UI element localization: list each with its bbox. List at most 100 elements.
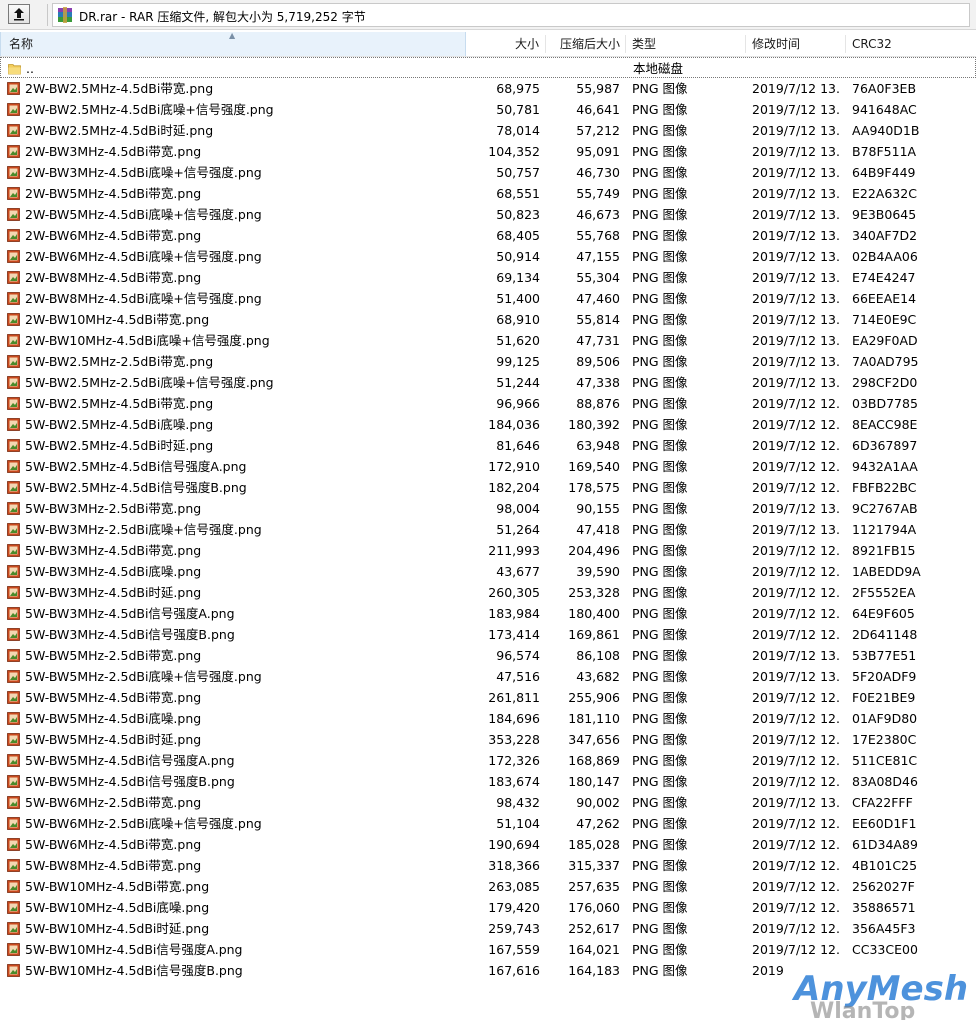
file-type: PNG 图像 [632, 543, 688, 558]
file-name: 5W-BW5MHz-4.5dBi底噪.png [25, 711, 202, 726]
file-row[interactable]: 5W-BW5MHz-4.5dBi信号强度B.png 183,674 180,147 P… [0, 771, 976, 792]
file-type: PNG 图像 [632, 648, 688, 663]
file-packed-size: 47,262 [576, 816, 620, 831]
parent-folder-row[interactable]: .. 本地磁盘 [0, 57, 976, 78]
file-row[interactable]: 5W-BW3MHz-2.5dBi底噪+信号强度.png 51,264 47,418 P… [0, 519, 976, 540]
file-type: PNG 图像 [632, 837, 688, 852]
file-type: PNG 图像 [632, 858, 688, 873]
file-row[interactable]: 5W-BW3MHz-2.5dBi带宽.png 98,004 90,155 PNG 图像… [0, 498, 976, 519]
file-packed-size: 180,400 [568, 606, 620, 621]
archive-path-field[interactable]: DR.rar - RAR 压缩文件, 解包大小为 5,719,252 字节 [52, 3, 970, 27]
file-name: 5W-BW2.5MHz-4.5dBi底噪.png [25, 417, 214, 432]
file-modified: 2019/7/12 13... [752, 669, 840, 684]
file-packed-size: 55,768 [576, 228, 620, 243]
file-size: 51,104 [496, 816, 540, 831]
png-image-icon [7, 712, 20, 725]
file-row[interactable]: 5W-BW3MHz-4.5dBi信号强度A.png 183,984 180,400 P… [0, 603, 976, 624]
file-modified: 2019/7/12 12... [752, 921, 840, 936]
file-size: 353,228 [488, 732, 540, 747]
file-row[interactable]: 2W-BW8MHz-4.5dBi带宽.png 69,134 55,304 PNG 图像… [0, 267, 976, 288]
file-type: PNG 图像 [632, 963, 688, 978]
column-header-packed[interactable]: 压缩后大小 [546, 32, 621, 56]
file-row[interactable]: 5W-BW2.5MHz-4.5dBi时延.png 81,646 63,948 PNG … [0, 435, 976, 456]
file-row[interactable]: 5W-BW2.5MHz-4.5dBi带宽.png 96,966 88,876 PNG … [0, 393, 976, 414]
column-divider[interactable] [745, 35, 746, 53]
file-row[interactable]: 5W-BW3MHz-4.5dBi底噪.png 43,677 39,590 PNG 图像… [0, 561, 976, 582]
file-size: 182,204 [488, 480, 540, 495]
file-modified: 2019/7/12 13... [752, 249, 840, 264]
png-image-icon [7, 922, 20, 935]
file-row[interactable]: 2W-BW5MHz-4.5dBi底噪+信号强度.png 50,823 46,673 P… [0, 204, 976, 225]
file-row[interactable]: 5W-BW10MHz-4.5dBi底噪.png 179,420 176,060 PNG… [0, 897, 976, 918]
file-row[interactable]: 5W-BW5MHz-2.5dBi底噪+信号强度.png 47,516 43,682 P… [0, 666, 976, 687]
file-row[interactable]: 5W-BW6MHz-4.5dBi带宽.png 190,694 185,028 PNG … [0, 834, 976, 855]
file-name: 5W-BW3MHz-4.5dBi带宽.png [25, 543, 202, 558]
file-row[interactable]: 5W-BW5MHz-4.5dBi时延.png 353,228 347,656 PNG … [0, 729, 976, 750]
file-row[interactable]: 2W-BW5MHz-4.5dBi带宽.png 68,551 55,749 PNG 图像… [0, 183, 976, 204]
rar-archive-icon [58, 7, 72, 23]
file-row[interactable]: 5W-BW2.5MHz-4.5dBi底噪.png 184,036 180,392 PN… [0, 414, 976, 435]
file-row[interactable]: 5W-BW6MHz-2.5dBi带宽.png 98,432 90,002 PNG 图像… [0, 792, 976, 813]
file-modified: 2019/7/12 12... [752, 438, 840, 453]
file-size: 318,366 [488, 858, 540, 873]
column-divider[interactable] [845, 35, 846, 53]
file-row[interactable]: 5W-BW10MHz-4.5dBi带宽.png 263,085 257,635 PNG… [0, 876, 976, 897]
file-row[interactable]: 5W-BW5MHz-4.5dBi信号强度A.png 172,326 168,869 P… [0, 750, 976, 771]
file-row[interactable]: 2W-BW3MHz-4.5dBi带宽.png 104,352 95,091 PNG 图… [0, 141, 976, 162]
file-modified: 2019/7/12 13... [752, 291, 840, 306]
file-row[interactable]: 5W-BW10MHz-4.5dBi时延.png 259,743 252,617 PNG… [0, 918, 976, 939]
file-row[interactable]: 5W-BW8MHz-4.5dBi带宽.png 318,366 315,337 PNG … [0, 855, 976, 876]
column-header-crc[interactable]: CRC32 [852, 32, 972, 56]
sort-ascending-icon: ▲ [229, 31, 236, 40]
file-row[interactable]: 5W-BW5MHz-4.5dBi带宽.png 261,811 255,906 PNG … [0, 687, 976, 708]
file-name: 5W-BW10MHz-4.5dBi时延.png [25, 921, 210, 936]
file-packed-size: 55,814 [576, 312, 620, 327]
file-row[interactable]: 5W-BW5MHz-2.5dBi带宽.png 96,574 86,108 PNG 图像… [0, 645, 976, 666]
file-row[interactable]: 2W-BW10MHz-4.5dBi底噪+信号强度.png 51,620 47,731… [0, 330, 976, 351]
file-modified: 2019/7/12 13... [752, 270, 840, 285]
file-crc: 714E0E9C [852, 312, 917, 327]
file-name: 5W-BW5MHz-4.5dBi信号强度A.png [25, 753, 235, 768]
file-row[interactable]: 5W-BW3MHz-4.5dBi带宽.png 211,993 204,496 PNG … [0, 540, 976, 561]
file-crc: 61D34A89 [852, 837, 918, 852]
file-modified: 2019/7/12 13... [752, 123, 840, 138]
file-row[interactable]: 5W-BW2.5MHz-4.5dBi信号强度A.png 172,910 169,54… [0, 456, 976, 477]
column-header-modified[interactable]: 修改时间 [752, 32, 842, 56]
file-row[interactable]: 5W-BW2.5MHz-2.5dBi带宽.png 99,125 89,506 PNG … [0, 351, 976, 372]
file-row[interactable]: 5W-BW5MHz-4.5dBi底噪.png 184,696 181,110 PNG … [0, 708, 976, 729]
file-row[interactable]: 2W-BW8MHz-4.5dBi底噪+信号强度.png 51,400 47,460 P… [0, 288, 976, 309]
file-crc: 9C2767AB [852, 501, 918, 516]
file-row[interactable]: 2W-BW6MHz-4.5dBi底噪+信号强度.png 50,914 47,155 P… [0, 246, 976, 267]
file-row[interactable]: 2W-BW3MHz-4.5dBi底噪+信号强度.png 50,757 46,730 P… [0, 162, 976, 183]
file-packed-size: 90,155 [576, 501, 620, 516]
file-type: PNG 图像 [632, 102, 688, 117]
file-size: 81,646 [496, 438, 540, 453]
file-row[interactable]: 5W-BW2.5MHz-2.5dBi底噪+信号强度.png 51,244 47,33… [0, 372, 976, 393]
file-size: 173,414 [488, 627, 540, 642]
file-row[interactable]: 5W-BW10MHz-4.5dBi信号强度A.png 167,559 164,021… [0, 939, 976, 960]
file-crc: EE60D1F1 [852, 816, 917, 831]
column-header-name[interactable]: 名称 ▲ [0, 32, 466, 56]
file-name: 2W-BW5MHz-4.5dBi带宽.png [25, 186, 202, 201]
file-row[interactable]: 5W-BW3MHz-4.5dBi时延.png 260,305 253,328 PNG … [0, 582, 976, 603]
column-header-type[interactable]: 类型 [632, 32, 742, 56]
file-crc [852, 960, 972, 981]
file-row[interactable]: 5W-BW10MHz-4.5dBi信号强度B.png 167,616 164,183… [0, 960, 976, 981]
file-row[interactable]: 2W-BW2.5MHz-4.5dBi底噪+信号强度.png 50,781 46,64… [0, 99, 976, 120]
file-row[interactable]: 2W-BW2.5MHz-4.5dBi时延.png 78,014 57,212 PNG … [0, 120, 976, 141]
file-row[interactable]: 5W-BW6MHz-2.5dBi底噪+信号强度.png 51,104 47,262 P… [0, 813, 976, 834]
file-crc: 8EACC98E [852, 417, 918, 432]
file-packed-size: 86,108 [576, 648, 620, 663]
up-arrow-icon [14, 8, 24, 21]
file-row[interactable]: 5W-BW3MHz-4.5dBi信号强度B.png 173,414 169,861 P… [0, 624, 976, 645]
column-divider[interactable] [625, 35, 626, 53]
up-folder-button[interactable] [8, 4, 30, 24]
column-header-size[interactable]: 大小 [466, 32, 541, 56]
file-row[interactable]: 2W-BW10MHz-4.5dBi带宽.png 68,910 55,814 PNG 图… [0, 309, 976, 330]
file-size: 69,134 [496, 270, 540, 285]
file-row[interactable]: 2W-BW2.5MHz-4.5dBi带宽.png 68,975 55,987 PNG … [0, 78, 976, 99]
file-packed-size: 181,110 [568, 711, 620, 726]
file-crc: 4B101C25 [852, 858, 918, 873]
file-row[interactable]: 5W-BW2.5MHz-4.5dBi信号强度B.png 182,204 178,57… [0, 477, 976, 498]
file-row[interactable]: 2W-BW6MHz-4.5dBi带宽.png 68,405 55,768 PNG 图像… [0, 225, 976, 246]
